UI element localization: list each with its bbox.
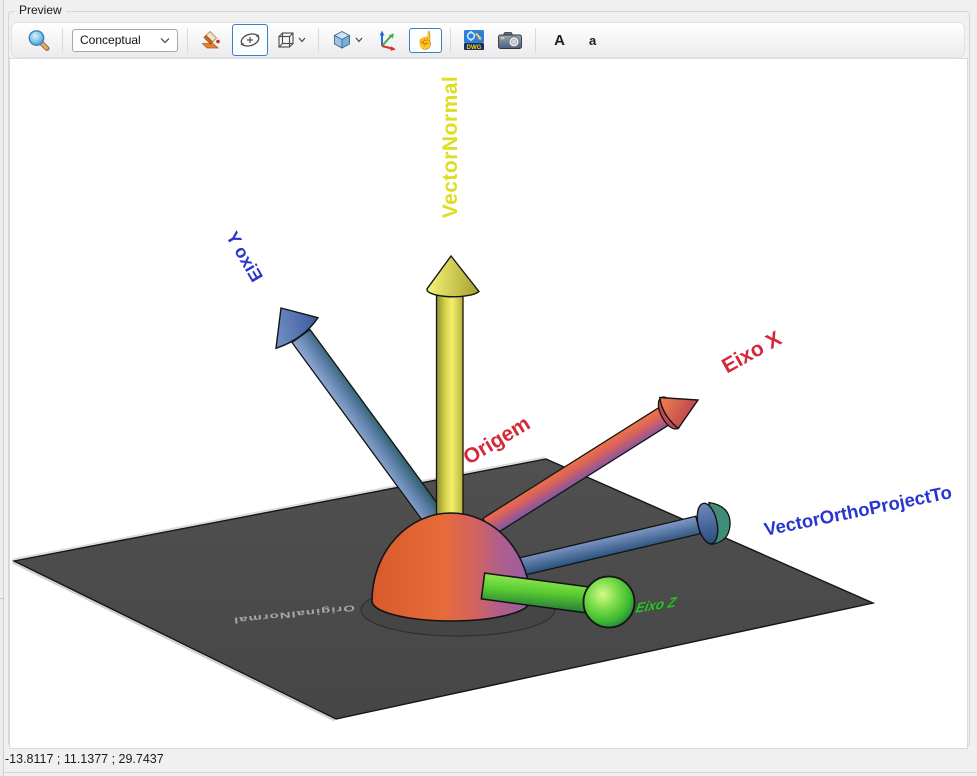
export-dwg-button[interactable]: DWG [459, 26, 489, 54]
window-left-tick [0, 598, 4, 599]
dwg-icon-label: DWG [467, 45, 482, 51]
camera-icon [497, 29, 523, 51]
3d-scene [10, 59, 967, 748]
visual-style-select[interactable]: Conceptual [72, 29, 178, 52]
axes-icon [375, 28, 401, 52]
toolbar-separator [187, 28, 188, 52]
cube-icon [276, 30, 296, 50]
iso-view-button[interactable] [327, 26, 367, 54]
ucs-axes-button[interactable] [371, 25, 405, 55]
magnifier-icon [26, 28, 50, 52]
chevron-down-icon [160, 37, 170, 44]
preview-groupbox: Preview Conceptual [8, 11, 970, 747]
preview-toolbar: Conceptual [11, 22, 965, 58]
panel-title: Preview [15, 3, 66, 17]
zoom-tool-button[interactable] [22, 25, 54, 55]
chevron-down-icon [355, 37, 363, 43]
orbit-tool-button[interactable] [232, 24, 268, 56]
label-vector-normal: VectorNormal [439, 76, 463, 219]
iso-cube-icon [331, 29, 353, 51]
preview-viewport[interactable]: VectorNormal Eixo Y Eixo X Origem Vector… [9, 58, 968, 749]
toolbar-separator [62, 28, 63, 52]
hand-icon: ☝ [415, 32, 436, 49]
chevron-down-icon [298, 37, 306, 43]
window-left-edge [0, 0, 4, 776]
dwg-icon: DWG [463, 29, 485, 51]
statusbar-coordinates: -13.8117 ; 11.1377 ; 29.7437 [5, 752, 164, 766]
paint-brush-icon [200, 28, 224, 52]
window-bottom-edge [3, 772, 977, 773]
pan-tool-button[interactable]: ☝ [409, 28, 442, 53]
visual-style-value: Conceptual [80, 33, 141, 47]
text-small-button[interactable]: a [583, 32, 602, 49]
orbit-icon [238, 28, 262, 52]
toolbar-separator [318, 28, 319, 52]
render-style-button[interactable] [196, 25, 228, 55]
text-large-button[interactable]: A [548, 31, 571, 50]
toolbar-separator [450, 28, 451, 52]
snapshot-button[interactable] [493, 26, 527, 54]
toolbar-separator [535, 28, 536, 52]
view-cube-button[interactable] [272, 27, 310, 53]
